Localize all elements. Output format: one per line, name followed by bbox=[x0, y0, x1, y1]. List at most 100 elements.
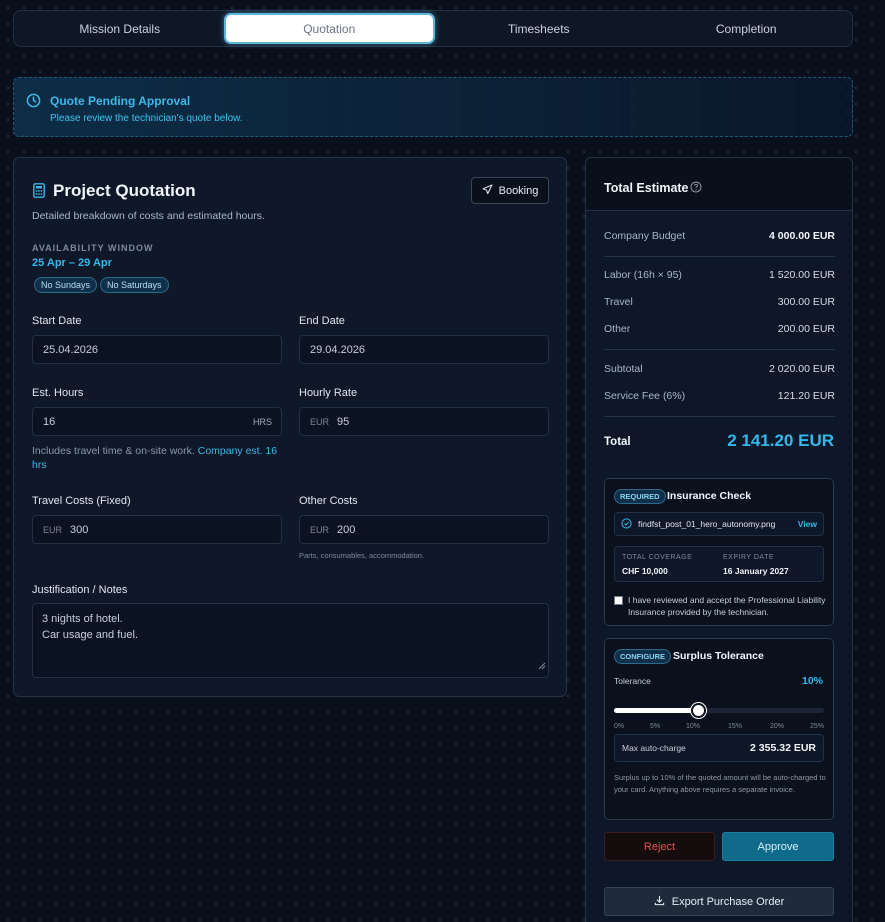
help-icon[interactable] bbox=[690, 180, 702, 198]
other-costs-hint: Parts, consumables, accommodation. bbox=[299, 551, 425, 560]
check-circle-icon bbox=[621, 517, 632, 531]
subtotal-row: Subtotal 2 020.00 EUR bbox=[604, 363, 835, 375]
total-value: 2 141.20 EUR bbox=[727, 431, 834, 450]
row-value: 4 000.00 EUR bbox=[769, 230, 835, 242]
page-subtitle: Detailed breakdown of costs and estimate… bbox=[32, 210, 265, 222]
export-purchase-order-button[interactable]: Export Purchase Order bbox=[604, 887, 834, 916]
panel-header: Total Estimate bbox=[586, 158, 852, 211]
total-estimate-panel: Total Estimate Company Budget 4 000.00 E… bbox=[585, 157, 853, 922]
travel-costs-input[interactable]: EUR 300 bbox=[32, 515, 282, 544]
other-row: Other 200.00 EUR bbox=[604, 323, 835, 335]
tick-label: 20% bbox=[770, 723, 785, 730]
row-value: 200.00 EUR bbox=[777, 323, 835, 335]
tab-completion[interactable]: Completion bbox=[643, 13, 851, 44]
surplus-note: Surplus up to 10% of the quoted amount w… bbox=[614, 773, 826, 794]
surplus-title: Surplus Tolerance bbox=[673, 650, 764, 662]
page-title: Project Quotation bbox=[53, 181, 196, 200]
company-budget-row: Company Budget 4 000.00 EUR bbox=[604, 230, 835, 242]
max-auto-charge-value: 2 355.32 EUR bbox=[750, 742, 816, 754]
currency-prefix: EUR bbox=[43, 524, 63, 535]
hours-suffix: HRS bbox=[252, 416, 272, 427]
slider-fill bbox=[614, 708, 698, 713]
tolerance-slider[interactable] bbox=[614, 703, 824, 718]
slider-thumb[interactable] bbox=[691, 703, 706, 718]
insurance-file: findfst_post_01_hero_autonomy.png View bbox=[614, 512, 824, 536]
divider bbox=[604, 256, 835, 257]
tick-label: 15% bbox=[728, 723, 743, 730]
row-value: 2 020.00 EUR bbox=[769, 363, 835, 375]
est-hours-label: Est. Hours bbox=[32, 387, 84, 399]
tab-bar: Mission Details Quotation Timesheets Com… bbox=[13, 10, 853, 47]
banner-subtitle: Please review the technician's quote bel… bbox=[50, 113, 243, 124]
notes-textarea[interactable]: 3 nights of hotel. Car usage and fuel. bbox=[32, 603, 549, 678]
max-auto-charge-label: Max auto-charge bbox=[622, 743, 686, 753]
quotation-card: Project Quotation Detailed breakdown of … bbox=[13, 157, 567, 697]
total-label: Total bbox=[604, 436, 631, 448]
panel-title: Total Estimate bbox=[604, 181, 689, 195]
resize-grip-icon[interactable] bbox=[538, 659, 546, 675]
currency-prefix: EUR bbox=[310, 416, 330, 427]
start-date-value: 25.04.2026 bbox=[43, 343, 99, 356]
notes-line: Car usage and fuel. bbox=[42, 629, 139, 641]
currency-prefix: EUR bbox=[310, 524, 330, 535]
row-value: 300.00 EUR bbox=[777, 296, 835, 308]
row-label: Service Fee (6%) bbox=[604, 390, 686, 402]
tab-quotation[interactable]: Quotation bbox=[223, 13, 435, 44]
download-icon bbox=[654, 895, 665, 909]
max-auto-charge-box: Max auto-charge 2 355.32 EUR bbox=[614, 734, 824, 762]
insurance-check-card: REQUIRED Insurance Check findfst_post_01… bbox=[604, 478, 834, 626]
surplus-tolerance-card: CONFIGURE Surplus Tolerance Tolerance 10… bbox=[604, 638, 834, 820]
plane-icon bbox=[482, 184, 493, 198]
tick-label: 5% bbox=[650, 723, 661, 730]
tolerance-value: 10% bbox=[801, 675, 823, 687]
divider bbox=[604, 416, 835, 417]
row-label: Company Budget bbox=[604, 230, 686, 242]
accept-insurance-text: I have reviewed and accept the Professio… bbox=[628, 595, 826, 617]
pending-approval-banner: Quote Pending Approval Please review the… bbox=[13, 77, 853, 137]
other-costs-input[interactable]: EUR 200 bbox=[299, 515, 549, 544]
tab-timesheets[interactable]: Timesheets bbox=[435, 13, 643, 44]
availability-label: AVAILABILITY WINDOW bbox=[32, 243, 154, 253]
required-badge: REQUIRED bbox=[614, 489, 666, 504]
chip-no-saturdays: No Saturdays bbox=[100, 277, 169, 293]
configure-badge: CONFIGURE bbox=[614, 649, 671, 664]
row-label: Travel bbox=[604, 296, 633, 308]
end-date-value: 29.04.2026 bbox=[310, 343, 366, 356]
file-name: findfst_post_01_hero_autonomy.png bbox=[638, 519, 776, 529]
row-label: Other bbox=[604, 323, 631, 335]
travel-costs-label: Travel Costs (Fixed) bbox=[32, 495, 131, 507]
booking-label: Booking bbox=[498, 184, 539, 197]
other-costs-value: 200 bbox=[337, 523, 356, 536]
coverage-label: TOTAL COVERAGE bbox=[622, 554, 693, 561]
availability-range: 25 Apr – 29 Apr bbox=[32, 257, 112, 269]
accept-insurance-checkbox[interactable] bbox=[614, 596, 623, 605]
hourly-rate-label: Hourly Rate bbox=[299, 387, 358, 399]
tab-mission-details[interactable]: Mission Details bbox=[16, 13, 224, 44]
export-label: Export Purchase Order bbox=[671, 895, 785, 908]
row-label: Subtotal bbox=[604, 363, 643, 375]
insurance-title: Insurance Check bbox=[667, 490, 752, 502]
expiry-value: 16 January 2027 bbox=[723, 566, 789, 576]
end-date-input[interactable]: 29.04.2026 bbox=[299, 335, 549, 364]
expiry-label: EXPIRY DATE bbox=[723, 554, 775, 561]
service-fee-row: Service Fee (6%) 121.20 EUR bbox=[604, 390, 835, 402]
divider bbox=[604, 349, 835, 350]
reject-button[interactable]: Reject bbox=[604, 832, 715, 861]
end-date-label: End Date bbox=[299, 315, 345, 327]
notes-label: Justification / Notes bbox=[32, 584, 128, 596]
banner-title: Quote Pending Approval bbox=[50, 94, 191, 108]
calculator-icon bbox=[33, 183, 45, 203]
travel-row: Travel 300.00 EUR bbox=[604, 296, 835, 308]
travel-costs-value: 300 bbox=[70, 523, 89, 536]
start-date-label: Start Date bbox=[32, 315, 82, 327]
start-date-input[interactable]: 25.04.2026 bbox=[32, 335, 282, 364]
row-label: Labor (16h × 95) bbox=[604, 269, 682, 281]
approve-button[interactable]: Approve bbox=[722, 832, 834, 861]
booking-button[interactable]: Booking bbox=[471, 177, 549, 204]
coverage-value: CHF 10,000 bbox=[622, 566, 668, 576]
clock-icon bbox=[26, 93, 41, 113]
est-hours-input[interactable]: 16 HRS bbox=[32, 407, 282, 436]
view-file-link[interactable]: View bbox=[798, 519, 817, 529]
hourly-rate-input[interactable]: EUR 95 bbox=[299, 407, 549, 436]
accept-insurance-row: I have reviewed and accept the Professio… bbox=[614, 594, 826, 618]
